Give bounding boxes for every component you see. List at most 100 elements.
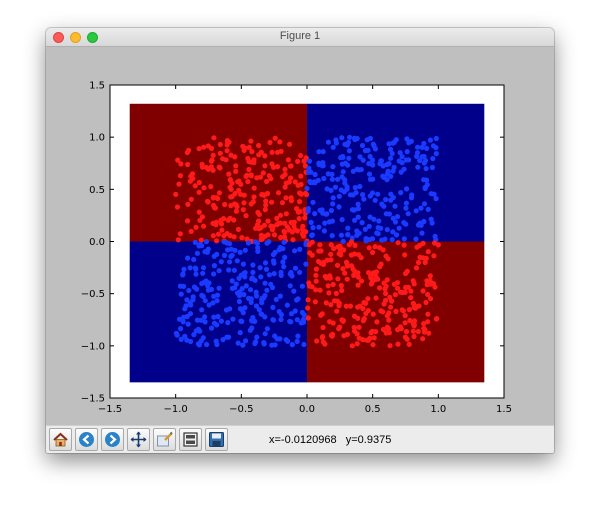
scatter-point bbox=[320, 334, 326, 340]
scatter-point bbox=[401, 242, 407, 248]
scatter-point bbox=[216, 268, 222, 274]
scatter-point bbox=[374, 319, 380, 325]
x-tick-label: 1.5 bbox=[496, 404, 512, 415]
scatter-point bbox=[304, 185, 310, 192]
scatter-point bbox=[295, 158, 301, 164]
scatter-point bbox=[182, 306, 188, 312]
scatter-point bbox=[384, 162, 390, 168]
scatter-point bbox=[330, 144, 336, 150]
scatter-point bbox=[278, 269, 284, 275]
scatter-point bbox=[198, 237, 204, 243]
scatter-plot[interactable]: −1.5 −1.0 −0.5 0.0 0.5 1.0 1.5 −1.5 −1.0 −0.5 0.0 0… bbox=[46, 47, 554, 425]
scatter-point bbox=[312, 171, 318, 178]
scatter-point bbox=[386, 317, 392, 323]
back-button[interactable] bbox=[75, 428, 98, 451]
scatter-point bbox=[243, 213, 249, 219]
scatter-point bbox=[328, 207, 334, 214]
scatter-point bbox=[339, 317, 345, 323]
scatter-point bbox=[282, 184, 288, 190]
scatter-point bbox=[240, 261, 246, 267]
scatter-point bbox=[262, 260, 269, 266]
scatter-point bbox=[312, 211, 318, 217]
scatter-point bbox=[382, 297, 389, 304]
scatter-point bbox=[386, 141, 392, 147]
scatter-point bbox=[411, 323, 417, 329]
scatter-point bbox=[323, 300, 329, 306]
scatter-point bbox=[305, 297, 311, 303]
scatter-point bbox=[258, 236, 264, 243]
scatter-point bbox=[433, 151, 439, 157]
scatter-point bbox=[232, 247, 238, 253]
scatter-point bbox=[282, 166, 288, 172]
scatter-point bbox=[192, 265, 198, 271]
scatter-point bbox=[182, 333, 188, 339]
scatter-point bbox=[256, 218, 262, 224]
scatter-point bbox=[363, 300, 369, 306]
scatter-point bbox=[321, 228, 327, 234]
scatter-point bbox=[302, 215, 308, 221]
scatter-point bbox=[297, 190, 303, 196]
scatter-point bbox=[180, 271, 186, 277]
scatter-point bbox=[194, 250, 200, 256]
scatter-point bbox=[278, 316, 284, 323]
pan-button[interactable] bbox=[127, 428, 150, 451]
scatter-point bbox=[288, 319, 294, 325]
scatter-point bbox=[366, 171, 373, 177]
scatter-point bbox=[287, 283, 293, 289]
scatter-point bbox=[415, 328, 421, 335]
scatter-point bbox=[338, 252, 344, 258]
scatter-point bbox=[394, 280, 400, 286]
scatter-point bbox=[289, 342, 295, 348]
scatter-point bbox=[224, 148, 230, 154]
title-bar: Figure 1 bbox=[46, 28, 554, 47]
scatter-point bbox=[346, 242, 352, 248]
scatter-point bbox=[204, 341, 210, 348]
scatter-point bbox=[234, 290, 241, 296]
scatter-point bbox=[347, 192, 353, 198]
scatter-point bbox=[185, 161, 191, 168]
scatter-point bbox=[292, 308, 298, 314]
figure-canvas[interactable]: −1.5 −1.0 −0.5 0.0 0.5 1.0 1.5 −1.5 −1.0 −0.5 0.0 0… bbox=[46, 47, 554, 425]
scatter-point bbox=[312, 299, 318, 305]
scatter-point bbox=[305, 305, 311, 311]
scatter-point bbox=[223, 157, 229, 163]
scatter-point bbox=[427, 296, 434, 302]
scatter-point bbox=[399, 154, 405, 160]
scatter-point bbox=[411, 281, 417, 287]
scatter-point bbox=[257, 265, 263, 271]
scatter-point bbox=[405, 211, 411, 217]
zoom-button[interactable] bbox=[153, 428, 176, 451]
scatter-point bbox=[258, 274, 264, 280]
scatter-point bbox=[283, 211, 289, 217]
scatter-point bbox=[281, 264, 287, 270]
scatter-point bbox=[398, 326, 404, 332]
scatter-point bbox=[214, 322, 220, 328]
scatter-point bbox=[266, 173, 272, 179]
scatter-point bbox=[188, 196, 194, 202]
save-button[interactable] bbox=[205, 428, 228, 451]
scatter-point bbox=[430, 143, 437, 149]
scatter-point bbox=[204, 249, 210, 255]
scatter-point bbox=[205, 287, 211, 293]
forward-button[interactable] bbox=[101, 428, 124, 451]
scatter-point bbox=[211, 271, 217, 277]
scatter-point bbox=[429, 164, 435, 171]
back-arrow-icon bbox=[79, 432, 94, 447]
configure-subplots-button[interactable] bbox=[179, 428, 202, 451]
scatter-point bbox=[330, 164, 336, 170]
scatter-point bbox=[356, 335, 362, 341]
scatter-point bbox=[326, 290, 332, 296]
scatter-point bbox=[280, 246, 286, 252]
scatter-point bbox=[240, 310, 246, 316]
scatter-point bbox=[268, 281, 274, 287]
scatter-point bbox=[409, 192, 415, 198]
home-button[interactable] bbox=[49, 428, 72, 451]
scatter-point bbox=[287, 141, 293, 147]
scatter-point bbox=[344, 260, 350, 267]
scatter-point bbox=[272, 333, 278, 339]
scatter-point bbox=[403, 328, 410, 335]
scatter-point bbox=[258, 311, 264, 317]
scatter-point bbox=[177, 283, 183, 289]
scatter-point bbox=[351, 207, 358, 213]
scatter-point bbox=[370, 311, 376, 317]
